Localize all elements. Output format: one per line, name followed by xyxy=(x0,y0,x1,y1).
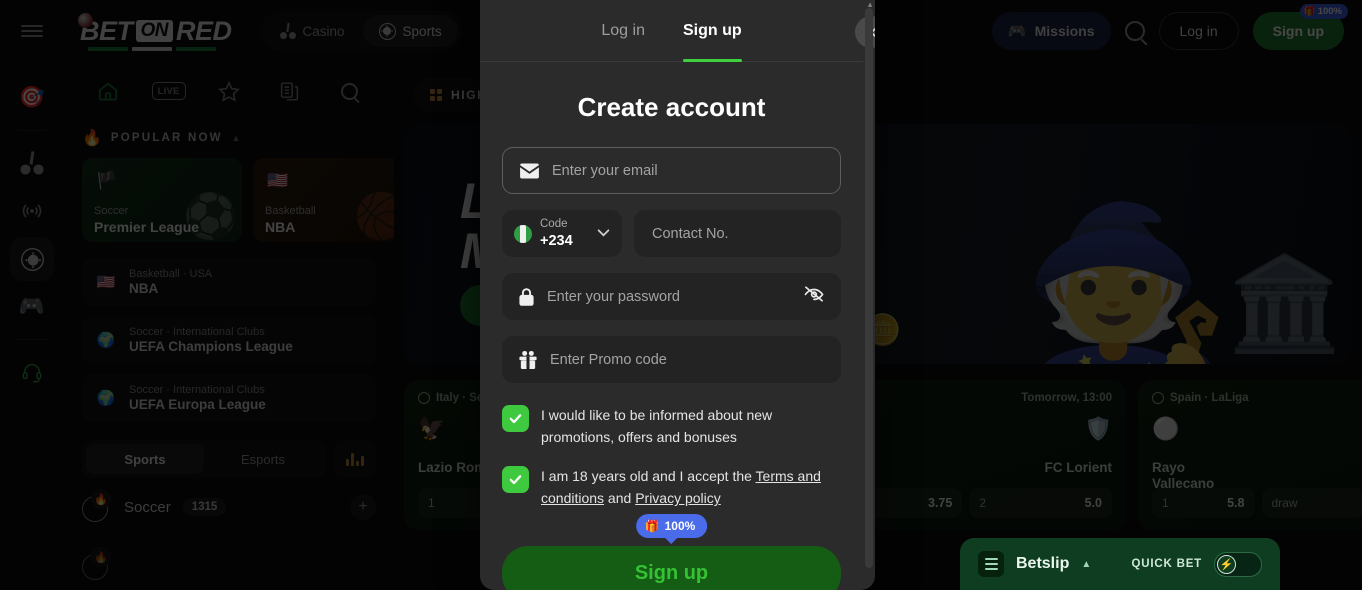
tab-login[interactable]: Log in xyxy=(601,0,645,62)
modal-tabs: Log in Sign up xyxy=(480,0,875,62)
promo-placeholder: Enter Promo code xyxy=(550,351,667,368)
phone-row: Code +234 Contact No. xyxy=(502,210,841,257)
gift-icon xyxy=(518,350,538,370)
betslip-panel[interactable]: Betslip ▲ QUICK BET ⚡ xyxy=(960,538,1280,590)
nigeria-flag-icon xyxy=(514,224,532,243)
check-icon xyxy=(509,414,522,424)
chevron-down-icon xyxy=(597,228,610,240)
contact-number-field[interactable]: Contact No. xyxy=(634,210,841,257)
betslip-icon xyxy=(978,551,1004,577)
modal-scrollbar[interactable] xyxy=(865,8,873,568)
app-root: BET ON RED Casino Sports 🎮 xyxy=(0,0,1362,590)
country-code-value: +234 xyxy=(540,232,573,249)
signup-submit-button[interactable]: Sign up xyxy=(502,545,841,590)
checkbox-promotions-label: I would like to be informed about new pr… xyxy=(541,407,773,445)
promo-code-field[interactable]: Enter Promo code xyxy=(502,336,841,383)
terms-prefix: I am 18 years old and I accept the xyxy=(541,468,756,485)
signup-submit-area: 🎁 100% Sign up xyxy=(480,510,863,590)
quick-bet-label: QUICK BET xyxy=(1131,558,1202,570)
checkbox-terms-label: I am 18 years old and I accept the Terms… xyxy=(541,466,841,509)
quick-bet-toggle[interactable]: ⚡ xyxy=(1214,551,1262,577)
signup-bonus-text: 100% xyxy=(664,518,696,533)
gift-icon: 🎁 xyxy=(644,518,660,533)
signup-bonus-badge: 🎁 100% xyxy=(635,513,708,538)
checkbox-row-promotions: I would like to be informed about new pr… xyxy=(502,405,841,448)
scroll-up-arrow-icon[interactable]: ▲ xyxy=(866,0,874,9)
password-placeholder: Enter your password xyxy=(547,288,680,305)
envelope-icon xyxy=(519,162,540,179)
betslip-label: Betslip xyxy=(1016,555,1070,572)
signup-form-fields: Enter your email Code +234 Contact No. E… xyxy=(480,147,863,383)
lock-icon xyxy=(518,287,535,307)
email-placeholder: Enter your email xyxy=(552,162,658,179)
terms-middle: and xyxy=(604,490,636,507)
page-title: Create account xyxy=(577,92,766,122)
country-code-label: Code xyxy=(540,218,568,231)
checkbox-terms[interactable] xyxy=(502,466,529,494)
signup-modal: Log in Sign up Create account Enter your… xyxy=(480,0,875,590)
password-field[interactable]: Enter your password xyxy=(502,273,841,320)
privacy-policy-link[interactable]: Privacy policy xyxy=(635,490,721,506)
country-code-texts: Code +234 xyxy=(540,217,573,250)
check-icon xyxy=(509,475,522,485)
modal-inner: Log in Sign up Create account Enter your… xyxy=(480,0,875,590)
email-field[interactable]: Enter your email xyxy=(502,147,841,194)
tab-signup[interactable]: Sign up xyxy=(682,0,742,62)
country-code-select[interactable]: Code +234 xyxy=(502,210,622,257)
contact-placeholder: Contact No. xyxy=(652,225,729,242)
lightning-icon: ⚡ xyxy=(1217,554,1236,574)
checkbox-promotions[interactable] xyxy=(502,405,529,432)
consent-checkboxes: I would like to be informed about new pr… xyxy=(480,383,863,510)
eye-off-icon[interactable] xyxy=(803,285,825,308)
checkbox-row-terms: I am 18 years old and I accept the Terms… xyxy=(502,466,841,509)
chevron-up-icon[interactable]: ▲ xyxy=(1081,559,1091,570)
